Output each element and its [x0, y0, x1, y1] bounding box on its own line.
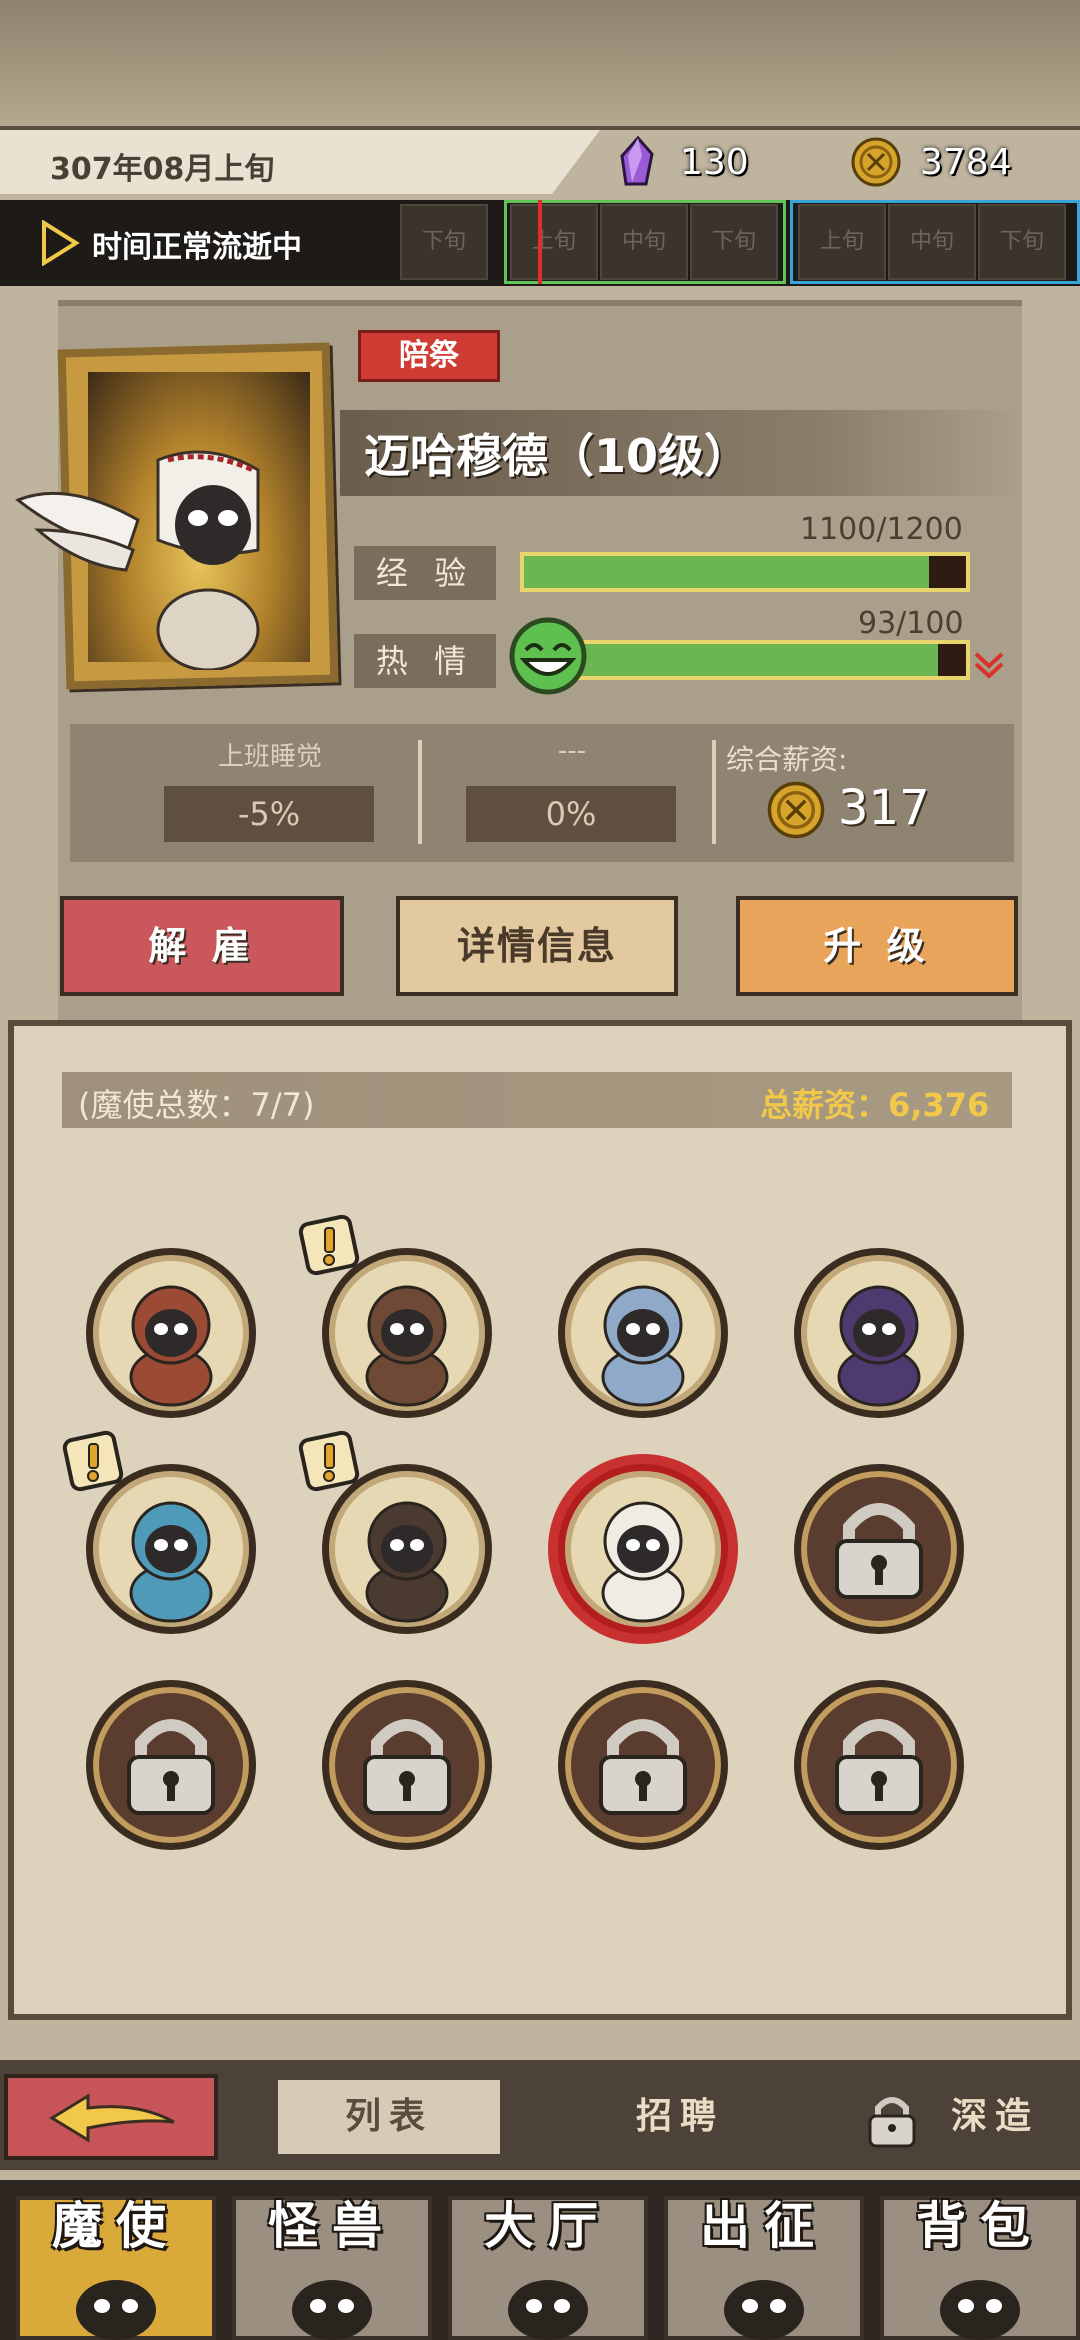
detail-info-button[interactable]: 详情信息	[396, 896, 678, 996]
passion-label: 热 情	[354, 634, 496, 688]
top-frame	[0, 0, 1080, 130]
tab-list[interactable]: 列表	[278, 2080, 500, 2154]
nav-label: 怪兽	[268, 2197, 396, 2255]
padlock-icon	[363, 1719, 451, 1815]
demon-winged-icon	[601, 1501, 685, 1623]
padlock-icon	[599, 1719, 687, 1815]
backpack-icon	[940, 2280, 1020, 2340]
role-badge: 陪祭	[358, 330, 500, 382]
exp-value: 1100/1200	[800, 512, 963, 547]
demon-beast-icon	[365, 1501, 449, 1623]
exp-label: 经 验	[354, 546, 496, 600]
timeline-slot: 下旬	[400, 204, 488, 280]
crystal-count: 130	[680, 142, 749, 183]
coin-icon	[851, 137, 901, 187]
exp-bar-fill	[524, 556, 930, 588]
locked-slot[interactable]	[86, 1680, 256, 1850]
padlock-icon	[868, 2097, 916, 2148]
alert-icon	[62, 1430, 124, 1492]
locked-slot[interactable]	[794, 1680, 964, 1850]
nav-label: 魔使	[52, 2197, 180, 2255]
exp-bar	[520, 552, 970, 592]
coin-count: 3784	[920, 142, 1012, 183]
crystal-icon	[620, 136, 654, 186]
demon-horned-icon	[601, 1285, 685, 1407]
passion-bar-fill	[564, 644, 938, 676]
locked-slot[interactable]	[322, 1680, 492, 1850]
passion-value: 93/100	[858, 606, 964, 641]
modifier-title: 上班睡觉	[217, 742, 322, 772]
demon-name: 迈哈穆德（10级）	[364, 429, 751, 483]
demon-slot[interactable]	[86, 1248, 256, 1418]
skull-icon	[76, 2280, 156, 2340]
hall-icon	[508, 2280, 588, 2340]
demon-slot[interactable]	[794, 1248, 964, 1418]
current-month-frame	[504, 200, 786, 284]
upgrade-button[interactable]: 升 级	[736, 896, 1018, 996]
demon-slot[interactable]	[558, 1464, 728, 1634]
alert-icon	[298, 1430, 360, 1492]
modifier-value: 0%	[466, 786, 676, 842]
demon-slot[interactable]	[558, 1248, 728, 1418]
demon-masked-icon	[129, 1285, 213, 1407]
time-status: 时间正常流逝中	[92, 230, 302, 265]
nav-label: 大厅	[484, 2197, 612, 2255]
nav-label: 出征	[700, 2197, 828, 2255]
salary-value: 317	[838, 780, 930, 836]
play-icon[interactable]	[40, 220, 80, 266]
battle-icon	[724, 2280, 804, 2340]
roster-count: (魔使总数：7/7)	[78, 1086, 315, 1124]
trend-down-icon	[974, 652, 1004, 679]
locked-slot[interactable]	[794, 1464, 964, 1634]
modifier-title: ---	[557, 736, 587, 766]
date-label: 307年08月上旬	[50, 152, 275, 187]
divider	[712, 740, 716, 844]
padlock-icon	[835, 1503, 923, 1599]
demon-hooded-icon	[129, 1501, 213, 1623]
back-arrow-icon	[49, 2093, 175, 2143]
back-button[interactable]	[4, 2074, 218, 2160]
winged-demon-icon	[15, 450, 260, 670]
padlock-icon	[127, 1719, 215, 1815]
demon-warrior-icon	[365, 1285, 449, 1407]
next-month-frame	[790, 200, 1080, 284]
time-marker	[538, 200, 542, 284]
salary-title: 综合薪资:	[726, 743, 848, 776]
nav-label: 背包	[916, 2197, 1044, 2255]
demon-witch-icon	[837, 1285, 921, 1407]
tab-recruit[interactable]: 招聘	[560, 2080, 800, 2154]
fire-button[interactable]: 解 雇	[60, 896, 344, 996]
locked-slot[interactable]	[558, 1680, 728, 1850]
coin-icon	[767, 781, 825, 839]
smiley-face-icon	[509, 617, 587, 695]
alert-icon	[298, 1214, 360, 1276]
monster-icon	[292, 2280, 372, 2340]
modifier-value: -5%	[164, 786, 374, 842]
passion-bar	[560, 640, 970, 680]
divider	[418, 740, 422, 844]
roster-total-salary: 总薪资：6,376	[760, 1086, 990, 1124]
padlock-icon	[835, 1719, 923, 1815]
